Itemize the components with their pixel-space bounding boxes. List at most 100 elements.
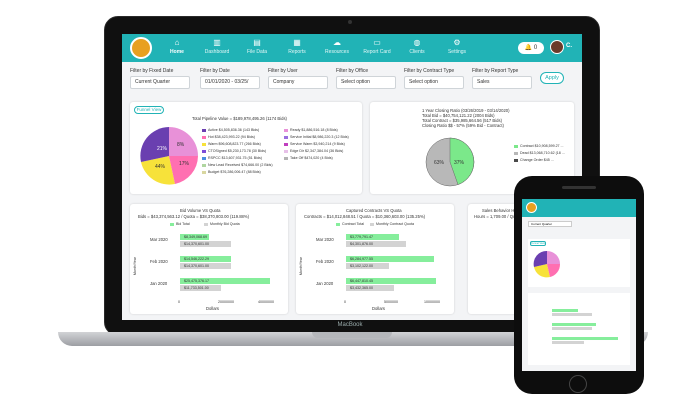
y-tick-label: Mar 2020 (150, 237, 168, 242)
legend-label: Budget $76,286,006.47 (88 Bids) (208, 170, 261, 174)
phone-home-button[interactable] (569, 375, 587, 393)
legend-item: Contract Total (336, 222, 364, 226)
legend-label: Hot $38,423,993.22 (94 Bids) (208, 135, 255, 139)
legend-label: RSPCC $13,607,931.75 (51 Bids) (208, 156, 262, 160)
gear-icon: ⚙ (453, 38, 461, 47)
device-label: MacBook (337, 322, 363, 328)
phone-speaker (562, 186, 596, 189)
phone-funnel-button[interactable]: Funnel View (530, 241, 546, 246)
data-label: $14,370,601.00 (184, 242, 209, 246)
nav-item-resources[interactable]: ☁ Resources (316, 39, 358, 56)
legend-item: Take Off $474,020 (4 Bids) (284, 156, 333, 160)
legend-swatch (514, 151, 518, 155)
x-axis-label: Dollars (206, 306, 220, 311)
legend-swatch (284, 149, 288, 153)
svg-text:8%: 8% (177, 142, 185, 148)
legend-item: Edge Dir $2,347,384.04 (36 Bids) (284, 149, 343, 153)
legend-item: Monthly Bid Quota (204, 222, 240, 226)
legend-label: Edge Dir $2,347,384.04 (36 Bids) (290, 149, 344, 153)
legend-swatch (202, 149, 206, 153)
phone-logo (526, 202, 537, 213)
legend-swatch (202, 135, 206, 139)
legend-item: Dead $13,068,710.62 (18 ... (514, 151, 565, 155)
filter-label: Filter by Fixed Date (130, 68, 174, 74)
funnel-view-button[interactable]: Funnel View (134, 106, 164, 114)
data-label: $3,102,122.00 (350, 264, 373, 268)
phone-bar (552, 313, 592, 316)
laptop-notch (312, 332, 392, 338)
nav-item-label: Settings (447, 49, 467, 55)
x-tick-label: 40000000 (258, 300, 274, 304)
legend-item: Bid Total (170, 222, 190, 226)
legend-swatch (202, 170, 206, 174)
data-label: $3,432,365.00 (350, 286, 373, 290)
y-axis-label: Month/Year (299, 256, 304, 276)
nav-item-label: Resources (325, 49, 349, 55)
home-icon: ⌂ (174, 38, 180, 47)
nav-item-file-data[interactable]: ▤ File Data (236, 39, 278, 56)
legend-label: Active $4,505,836.36 (143 Bids) (208, 128, 260, 132)
legend-label: Service Initial $8,986,220.3 (12 Bids) (290, 135, 349, 139)
legend-item: Service Initial $8,986,220.3 (12 Bids) (284, 135, 349, 139)
legend-swatch (202, 156, 206, 160)
legend-swatch (336, 222, 340, 226)
legend-label: New Lead Received $74,666.00 (2 Bids) (208, 163, 273, 167)
nav-item-home[interactable]: ⌂ Home (156, 38, 198, 56)
filter-select[interactable]: Company (268, 76, 328, 89)
data-label: $4,301,876.00 (350, 242, 373, 246)
legend-label: Warm $96,608,823.77 (266 Bids) (208, 142, 261, 146)
legend-swatch (284, 135, 288, 139)
legend-label: Contract $10,908,599.27 ... (520, 144, 564, 148)
y-tick-label: Jan 2020 (150, 281, 168, 286)
bar-chart-icon: ▥ (213, 38, 221, 47)
svg-text:21%: 21% (157, 146, 168, 152)
nav-item-reports[interactable]: ▦ Reports (276, 39, 318, 56)
y-tick-label: Jan 2020 (316, 281, 334, 286)
phone-filter-select[interactable]: Current Quarter (528, 221, 572, 227)
legend-item: Warm $96,608,823.77 (266 Bids) (202, 142, 261, 146)
notification-count: 0 (533, 45, 538, 51)
filter-select[interactable]: Current Quarter (130, 76, 190, 89)
legend-swatch (370, 222, 374, 226)
apply-button[interactable]: Apply (540, 72, 564, 84)
legend-label: Monthly Contract Quota (376, 222, 414, 226)
filter-label: Filter by Contract Type (404, 68, 455, 74)
filter-select[interactable]: Select option (336, 76, 396, 89)
filter-select-report-type[interactable]: Sales (472, 76, 532, 89)
legend-label: CTOSigned $5,230,173.78 (30 Bids) (208, 149, 267, 153)
legend-swatch (284, 156, 288, 160)
nav-item-settings[interactable]: ⚙ Settings (436, 38, 478, 56)
pipeline-pie-chart: 44% 21% 17% 8% (140, 127, 198, 185)
nav-item-dashboard[interactable]: ▥ Dashboard (196, 38, 238, 56)
notification-button[interactable]: 🔔 0 (518, 42, 544, 54)
nav-item-clients[interactable]: ◍ Clients (396, 39, 438, 56)
phone-screen: Current Quarter Funnel View (522, 199, 636, 371)
top-navigation: ⌂ Home ▥ Dashboard ▤ File Data ▦ Reports ☁ Resour… (122, 34, 582, 62)
nav-item-label: Home (170, 49, 184, 55)
legend-item: Service Warm $3,940,214 (9 Bids) (284, 142, 345, 146)
nav-item-label: Dashboard (204, 49, 230, 55)
legend-swatch (202, 128, 206, 132)
filter-label: Filter by Date (200, 68, 230, 74)
nav-item-label: Reports (288, 49, 306, 55)
legend-label: Service Warm $3,940,214 (9 Bids) (290, 142, 345, 146)
legend-item: Active $4,505,836.36 (143 Bids) (202, 128, 259, 132)
phone-bar (552, 337, 618, 340)
x-tick-label: 10000000 (424, 300, 440, 304)
legend-item: Hot $38,423,993.22 (94 Bids) (202, 135, 255, 139)
legend-item: Monthly Contract Quota (370, 222, 414, 226)
legend-swatch (202, 142, 206, 146)
nav-item-label: Clients (409, 49, 425, 55)
svg-text:63%: 63% (434, 160, 445, 166)
laptop-camera (348, 20, 352, 24)
x-axis-label: Dollars (372, 306, 386, 311)
pie-slice-hot (140, 127, 169, 162)
legend-item: Change Order $45 ... (514, 158, 554, 162)
closing-ratio-pie-chart: 37% 63% (425, 137, 475, 187)
filter-select[interactable]: 01/01/2020 - 03/25/ (200, 76, 260, 89)
avatar[interactable] (550, 40, 564, 54)
card-icon: ▭ (373, 38, 381, 47)
legend-item: CTOSigned $5,230,173.78 (30 Bids) (202, 149, 266, 153)
nav-item-report-card[interactable]: ▭ Report Card (356, 38, 398, 56)
filter-select[interactable]: Select option (404, 76, 464, 89)
